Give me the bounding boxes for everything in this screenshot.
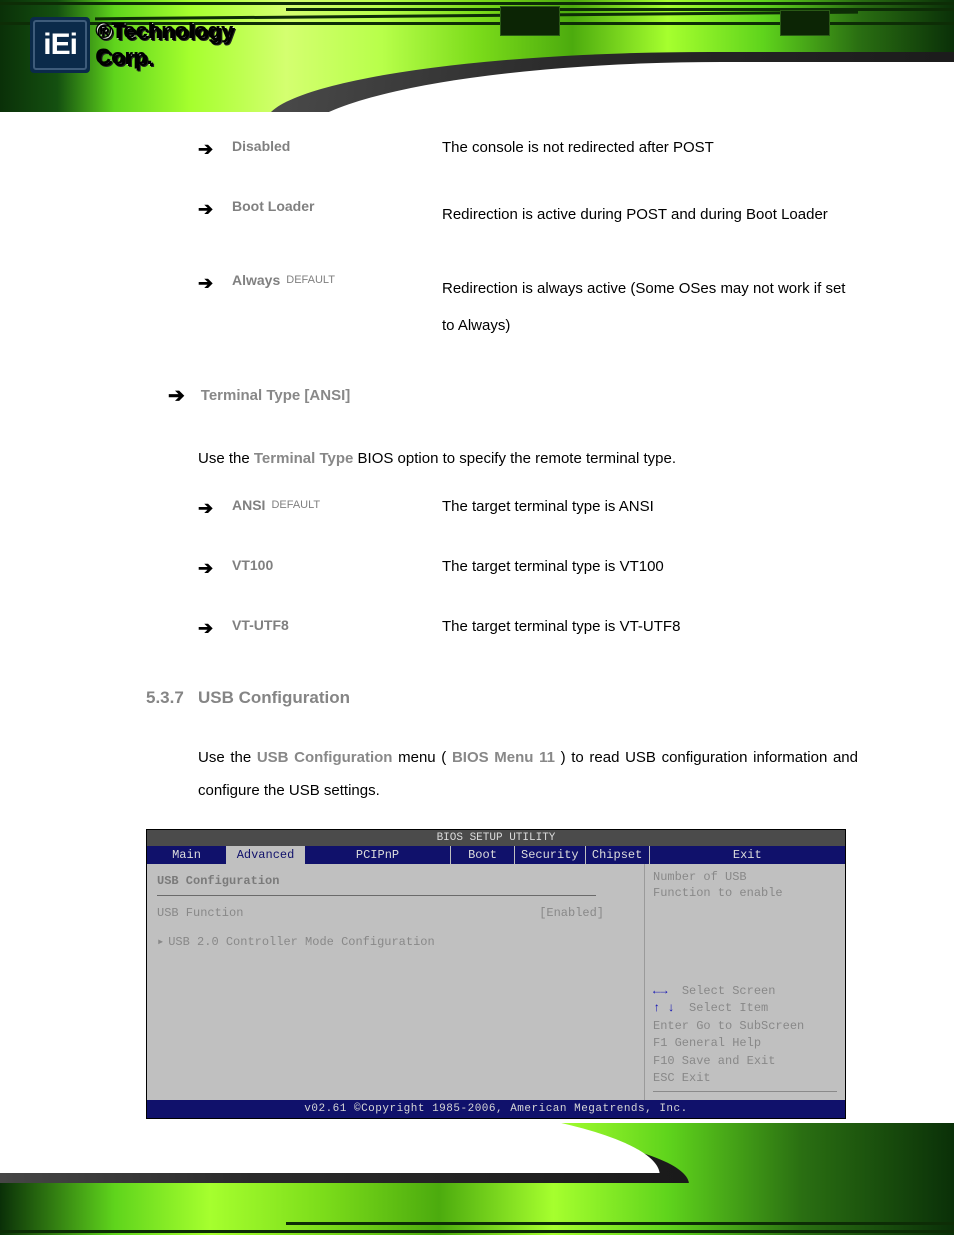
option-key: Always DEFAULT [232,270,442,292]
terminal-option-list: ANSI DEFAULT The target terminal type is… [198,495,858,639]
option-key: ANSI DEFAULT [232,495,442,517]
heading-usb-configuration: 5.3.7 USB Configuration [146,685,858,711]
trace-line [286,1222,954,1225]
option-key-text: Boot Loader [232,196,314,218]
divider [157,895,596,896]
bios-help-text: Number of USB Function to enable [653,870,837,901]
option-key-text: Disabled [232,136,290,158]
bios-tab-security[interactable]: Security [515,846,586,864]
bios-body: USB Configuration USB Function [Enabled]… [147,864,845,1100]
bios-tab-boot[interactable]: Boot [451,846,515,864]
bios-key-legend: ←→ Select Screen ↑ ↓ Select Item Enter G… [653,983,837,1094]
text: ESC Exit [653,1070,837,1087]
option-key: Disabled [232,136,442,158]
text: Enter Go to SubScreen [653,1018,837,1035]
bios-title: BIOS SETUP UTILITY [147,830,845,846]
up-down-arrow-icon: ↑ ↓ [653,1001,675,1015]
option-key-text: VT100 [232,555,273,577]
trace-line [0,2,954,5]
option-key: Boot Loader [232,196,442,218]
caret-icon: ▸ [157,933,164,952]
bios-tab-pcipnp[interactable]: PCIPnP [305,846,451,864]
option-key-text: VT-UTF8 [232,615,289,637]
option-always: Always DEFAULT Redirection is always act… [198,270,858,345]
text-bold: Terminal Type [254,450,353,467]
bios-subitem-label: USB 2.0 Controller Mode Configuration [168,935,434,949]
text: Number of USB [653,870,837,886]
option-key: VT-UTF8 [232,615,442,637]
chip-graphic [500,6,560,36]
top-circuit-banner: iEi ®Technology Corp. [0,0,954,112]
trace-line [0,1230,954,1233]
chip-graphic [780,10,830,36]
heading-number: 5.3.7 [146,688,184,707]
bios-help-pane: Number of USB Function to enable ←→ Sele… [645,864,845,1100]
text: menu ( [398,749,446,766]
bios-tab-main[interactable]: Main [147,846,227,864]
brand-logo: iEi ®Technology Corp. [30,14,280,76]
section-heading-terminal: ➔ Terminal Type [ANSI] [168,381,858,412]
option-vt100: VT100 The target terminal type is VT100 [198,555,858,579]
option-key-text: Always [232,270,280,292]
terminal-sentence: Use the Terminal Type BIOS option to spe… [198,446,858,472]
bios-subitem[interactable]: ▸ USB 2.0 Controller Mode Configuration [157,933,634,952]
bios-menubar: Main Advanced PCIPnP Boot Security Chips… [147,846,845,864]
text: Use the [198,450,254,467]
usb-sentence: Use the USB Configuration menu ( BIOS Me… [198,741,858,807]
text: F10 Save and Exit [653,1053,837,1070]
text-bold: BIOS Menu 11 [452,749,555,766]
text: Select Screen [682,984,776,998]
bios-footer: v02.61 ©Copyright 1985-2006, American Me… [147,1100,845,1118]
bios-section-title: USB Configuration [157,872,634,891]
text-bold: USB Configuration [257,749,393,766]
option-key: VT100 [232,555,442,577]
option-disabled: Disabled The console is not redirected a… [198,136,858,160]
arrow-icon: ➔ [168,381,185,412]
bios-screenshot: BIOS SETUP UTILITY Main Advanced PCIPnP … [146,829,846,1119]
option-desc: Redirection is always active (Some OSes … [442,270,858,345]
bios-left-pane: USB Configuration USB Function [Enabled]… [147,864,645,1100]
option-vtutf8: VT-UTF8 The target terminal type is VT-U… [198,615,858,639]
text: BIOS option to specify the remote termin… [358,450,677,467]
bios-row-value: [Enabled] [539,904,634,923]
text: F1 General Help [653,1035,837,1052]
bottom-circuit-banner [0,1123,954,1235]
bios-tab-exit[interactable]: Exit [650,846,845,864]
option-bootloader: Boot Loader Redirection is active during… [198,196,858,234]
section-heading-text: Terminal Type [ANSI] [201,384,350,407]
option-tag: DEFAULT [271,497,320,514]
bios-tab-chipset[interactable]: Chipset [586,846,650,864]
logo-text: ®Technology Corp. [96,19,280,71]
option-tag: DEFAULT [286,272,335,289]
option-desc: The target terminal type is ANSI [442,495,858,519]
option-key-text: ANSI [232,495,265,517]
text: Select Item [689,1001,768,1015]
bios-row-label: USB Function [157,904,243,923]
option-desc: Redirection is active during POST and du… [442,196,858,234]
text: Function to enable [653,886,837,902]
option-desc: The console is not redirected after POST [442,136,858,160]
option-desc: The target terminal type is VT-UTF8 [442,615,858,639]
banner-swoosh [0,1123,660,1173]
text: Use the [198,749,257,766]
bios-tab-advanced[interactable]: Advanced [227,846,305,864]
bios-row-usb-function[interactable]: USB Function [Enabled] [157,904,634,923]
heading-text: USB Configuration [198,688,350,707]
redirect-option-list: Disabled The console is not redirected a… [198,136,858,345]
option-ansi: ANSI DEFAULT The target terminal type is… [198,495,858,519]
option-desc: The target terminal type is VT100 [442,555,858,579]
left-right-arrow-icon: ←→ [653,984,667,998]
page-content: Disabled The console is not redirected a… [0,112,954,1159]
logo-mark: iEi [30,17,90,73]
divider [653,1091,837,1092]
